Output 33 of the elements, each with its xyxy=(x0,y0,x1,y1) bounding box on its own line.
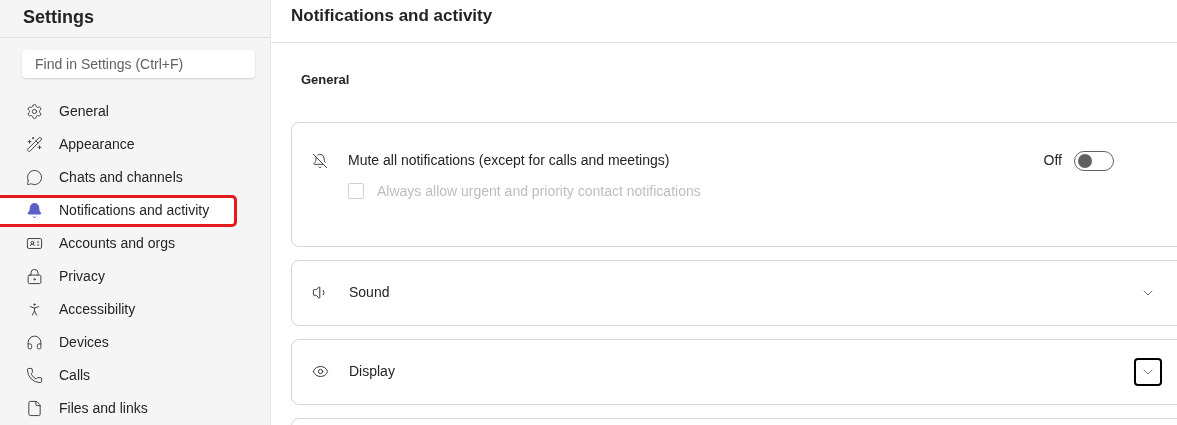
nav-item[interactable]: Accounts and orgs xyxy=(8,228,262,259)
id-card-icon xyxy=(26,235,43,252)
bell-icon xyxy=(26,202,43,219)
toggle-state: Off xyxy=(1043,151,1062,170)
checkbox-label: Always allow urgent and priority contact notifications xyxy=(377,181,701,201)
nav-item[interactable]: Files and links xyxy=(8,393,262,424)
nav-item[interactable]: Chats and channels xyxy=(8,162,262,193)
collapsible-panel[interactable]: Display xyxy=(291,338,1177,405)
sidebar-title: Settings xyxy=(23,6,94,29)
phone-icon xyxy=(26,367,43,384)
nav-item[interactable]: Calls xyxy=(8,360,262,391)
gear-icon xyxy=(26,103,43,120)
file-icon xyxy=(26,400,43,417)
section-heading: General xyxy=(301,71,351,89)
nav-item[interactable]: General xyxy=(8,96,262,127)
nav-item[interactable]: Notifications and activity xyxy=(0,195,236,226)
eye-icon xyxy=(312,363,329,380)
magic-wand-icon xyxy=(26,136,43,153)
bell-off-icon xyxy=(312,152,328,169)
chat-bubble-icon xyxy=(26,169,43,186)
page-title: Notifications and activity xyxy=(291,5,493,27)
search-field[interactable]: Find in Settings (Ctrl+F) xyxy=(22,50,255,78)
panel-label: Sound xyxy=(349,283,391,302)
collapsible-panel[interactable]: Sound xyxy=(291,259,1177,326)
panel-label: Display xyxy=(349,362,396,381)
headset-icon xyxy=(26,334,43,351)
setting-label: Mute all notifications (except for calls and meetings) xyxy=(348,151,671,170)
lock-icon xyxy=(26,268,43,285)
nav-item[interactable]: Appearance xyxy=(8,129,262,160)
nav-item[interactable]: Accessibility xyxy=(8,294,262,325)
chevron-button[interactable] xyxy=(1134,357,1162,386)
nav-item[interactable]: Devices xyxy=(8,327,262,358)
nav-item[interactable]: Privacy xyxy=(8,261,262,292)
